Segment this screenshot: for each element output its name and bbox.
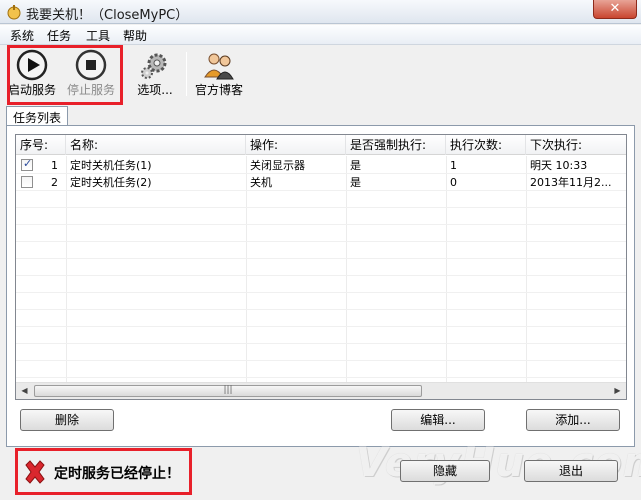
task-panel: 序号: 名称: 操作: 是否强制执行: 执行次数: 下次执行: 1 定时关机任务…: [6, 125, 635, 447]
column-header-name[interactable]: 名称:: [66, 135, 246, 155]
menu-help[interactable]: 帮助: [123, 27, 147, 44]
row-force: 是: [350, 159, 361, 172]
tab-task-list[interactable]: 任务列表: [6, 106, 69, 126]
scroll-left-icon[interactable]: ◀: [16, 383, 33, 399]
menu-system[interactable]: 系统: [10, 27, 34, 44]
table-header: 序号: 名称: 操作: 是否强制执行: 执行次数: 下次执行:: [16, 135, 626, 155]
row-force: 是: [350, 176, 361, 189]
row-divider: [16, 360, 626, 361]
people-icon: [204, 53, 234, 80]
hide-button[interactable]: 隐藏: [400, 460, 490, 482]
edit-button[interactable]: 编辑...: [391, 409, 485, 431]
row-divider: [16, 309, 626, 310]
row-divider: [16, 377, 626, 378]
horizontal-scrollbar[interactable]: ◀ ||| ▶: [16, 382, 626, 399]
row-index: 2: [51, 176, 58, 189]
column-header-force[interactable]: 是否强制执行:: [346, 135, 446, 155]
row-divider: [16, 258, 626, 259]
official-blog-button[interactable]: 官方博客: [192, 46, 246, 102]
row-index: 1: [51, 159, 58, 172]
row-divider: [16, 326, 626, 327]
row-name: 定时关机任务(2): [70, 176, 152, 189]
row-name: 定时关机任务(1): [70, 159, 152, 172]
gear-icon: [141, 53, 167, 79]
row-checkbox[interactable]: [21, 176, 33, 188]
row-checkbox[interactable]: [21, 157, 33, 171]
row-action: 关闭显示器: [250, 159, 305, 172]
table-row[interactable]: 2 定时关机任务(2) 关机 是 0 2013年11月2...: [16, 174, 626, 191]
row-count: 1: [450, 159, 457, 172]
toolbar-separator: [186, 52, 187, 96]
toolbar-highlight-box: [7, 45, 123, 105]
scroll-right-icon[interactable]: ▶: [609, 383, 626, 399]
options-label: 选项...: [137, 83, 173, 97]
column-header-count[interactable]: 执行次数:: [446, 135, 526, 155]
row-next-run: 明天 10:33: [530, 159, 588, 172]
menu-task[interactable]: 任务: [47, 27, 71, 44]
table-row[interactable]: 1 定时关机任务(1) 关闭显示器 是 1 明天 10:33: [16, 157, 626, 174]
row-divider: [16, 292, 626, 293]
exit-button[interactable]: 退出: [524, 460, 618, 482]
row-divider: [16, 224, 626, 225]
add-button[interactable]: 添加...: [526, 409, 620, 431]
row-next-run: 2013年11月2...: [530, 176, 612, 189]
task-table: 序号: 名称: 操作: 是否强制执行: 执行次数: 下次执行: 1 定时关机任务…: [15, 134, 627, 400]
toolbar: 启动服务 停止服务 选项... 官方博客: [0, 45, 641, 105]
row-action: 关机: [250, 176, 272, 189]
window-close-button[interactable]: ✕: [593, 0, 637, 19]
column-header-index[interactable]: 序号:: [16, 135, 66, 155]
table-body: 1 定时关机任务(1) 关闭显示器 是 1 明天 10:33 2 定时关机任务(…: [16, 156, 626, 382]
row-divider: [16, 241, 626, 242]
delete-button[interactable]: 删除: [20, 409, 114, 431]
title-bar: 我要关机！（CloseMyPC） ✕: [0, 0, 641, 24]
column-header-next-run[interactable]: 下次执行:: [526, 135, 626, 155]
status-highlight-box: [15, 448, 192, 495]
app-icon: [7, 5, 21, 20]
row-divider: [16, 207, 626, 208]
menu-tools[interactable]: 工具: [86, 27, 110, 44]
row-divider: [16, 275, 626, 276]
menu-bar: 系统 任务 工具 帮助: [0, 25, 641, 45]
row-divider: [16, 343, 626, 344]
official-blog-label: 官方博客: [194, 83, 243, 97]
options-button[interactable]: 选项...: [132, 46, 178, 102]
row-count: 0: [450, 176, 457, 189]
scroll-thumb[interactable]: |||: [34, 385, 422, 397]
column-header-action[interactable]: 操作:: [246, 135, 346, 155]
window-title: 我要关机！（CloseMyPC）: [26, 8, 189, 23]
